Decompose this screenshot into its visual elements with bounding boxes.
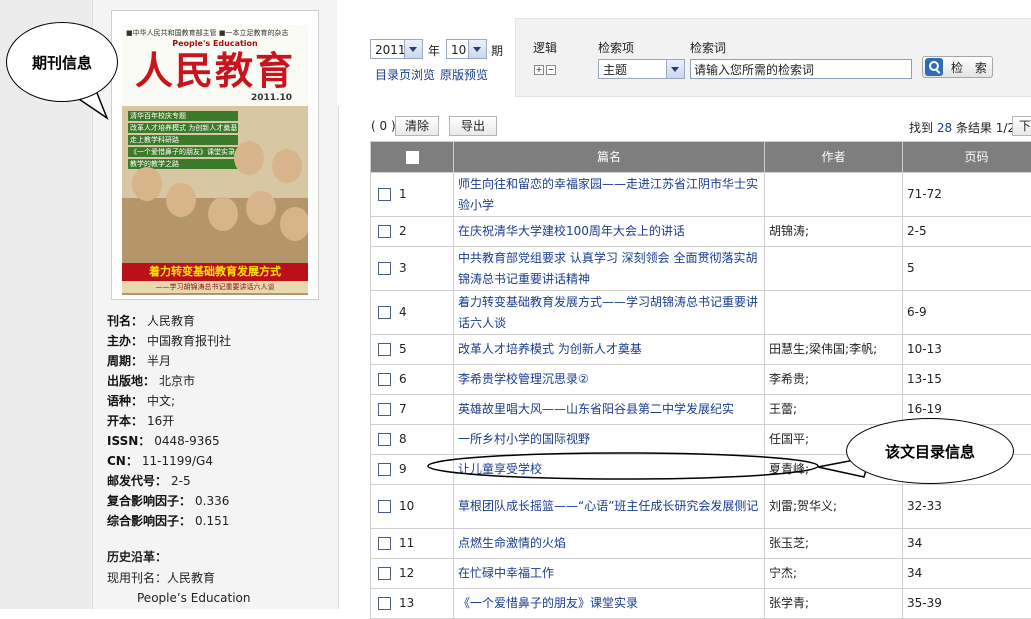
annotation-overlay bbox=[0, 0, 1031, 609]
article-info-callout-label: 该文目录信息 bbox=[847, 441, 1013, 462]
article-info-callout: 该文目录信息 bbox=[846, 418, 1014, 484]
journal-info-callout: 期刊信息 bbox=[6, 22, 118, 102]
highlight-ellipse bbox=[428, 453, 818, 479]
journal-info-callout-label: 期刊信息 bbox=[7, 52, 117, 73]
